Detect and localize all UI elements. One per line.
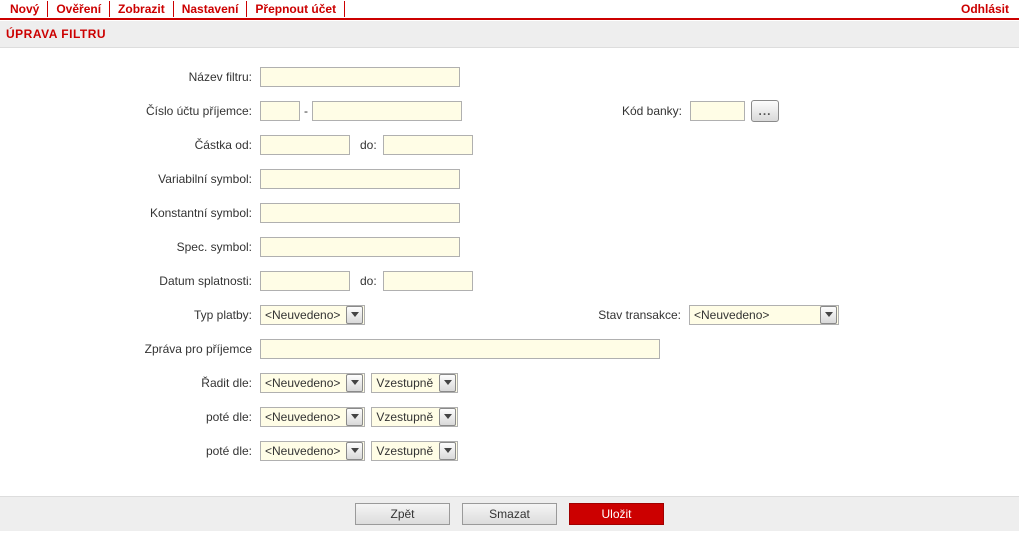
filter-form: Název filtru: Číslo účtu příjemce: - Kód… (0, 48, 1019, 466)
label-transaction-state: Stav transakce: (519, 308, 689, 322)
menu-item-new[interactable]: Nový (2, 1, 48, 17)
label-sort-by: Řadit dle: (0, 376, 260, 390)
transaction-state-value: <Neuvedeno> (694, 308, 775, 322)
spec-symbol-input[interactable] (260, 237, 460, 257)
sort-by-direction-value: Vzestupně (376, 376, 439, 390)
label-amount-to: do: (360, 138, 377, 152)
payment-type-value: <Neuvedeno> (265, 308, 346, 322)
then-by-1-direction-select[interactable]: Vzestupně (371, 407, 458, 427)
due-date-to-input[interactable] (383, 271, 473, 291)
then-by-2-direction-select[interactable]: Vzestupně (371, 441, 458, 461)
then-by-2-direction-value: Vzestupně (376, 444, 439, 458)
label-due-date: Datum splatnosti: (0, 274, 260, 288)
button-bar: Zpět Smazat Uložit (0, 496, 1019, 531)
var-symbol-input[interactable] (260, 169, 460, 189)
chevron-down-icon (346, 374, 363, 392)
bank-code-input[interactable] (690, 101, 745, 121)
label-var-symbol: Variabilní symbol: (0, 172, 260, 186)
chevron-down-icon (439, 442, 456, 460)
label-then-by-1: poté dle: (0, 410, 260, 424)
label-amount-from: Částka od: (0, 138, 260, 152)
chevron-down-icon (439, 374, 456, 392)
filter-name-input[interactable] (260, 67, 460, 87)
menu-item-settings[interactable]: Nastavení (174, 1, 248, 17)
chevron-down-icon (346, 442, 363, 460)
save-button[interactable]: Uložit (569, 503, 664, 525)
due-date-from-input[interactable] (260, 271, 350, 291)
label-payment-type: Typ platby: (0, 308, 260, 322)
transaction-state-select[interactable]: <Neuvedeno> (689, 305, 839, 325)
menu-bar: Nový Ověření Zobrazit Nastavení Přepnout… (0, 0, 1019, 20)
then-by-1-direction-value: Vzestupně (376, 410, 439, 424)
label-const-symbol: Konstantní symbol: (0, 206, 260, 220)
chevron-down-icon (346, 306, 363, 324)
account-number-input[interactable] (312, 101, 462, 121)
then-by-2-field-select[interactable]: <Neuvedeno> (260, 441, 365, 461)
label-spec-symbol: Spec. symbol: (0, 240, 260, 254)
account-separator: - (304, 104, 308, 118)
label-filter-name: Název filtru: (0, 70, 260, 84)
recipient-message-input[interactable] (260, 339, 660, 359)
label-then-by-2: poté dle: (0, 444, 260, 458)
then-by-2-field-value: <Neuvedeno> (265, 444, 346, 458)
bank-code-lookup-button[interactable]: ... (751, 100, 779, 122)
label-due-date-to: do: (360, 274, 377, 288)
sort-by-field-select[interactable]: <Neuvedeno> (260, 373, 365, 393)
amount-to-input[interactable] (383, 135, 473, 155)
chevron-down-icon (439, 408, 456, 426)
logout-link[interactable]: Odhlásit (953, 2, 1017, 16)
then-by-1-field-select[interactable]: <Neuvedeno> (260, 407, 365, 427)
sort-by-field-value: <Neuvedeno> (265, 376, 346, 390)
account-prefix-input[interactable] (260, 101, 300, 121)
sort-by-direction-select[interactable]: Vzestupně (371, 373, 458, 393)
menu-item-switch-account[interactable]: Přepnout účet (247, 1, 345, 17)
page-title: ÚPRAVA FILTRU (6, 27, 106, 41)
then-by-1-field-value: <Neuvedeno> (265, 410, 346, 424)
chevron-down-icon (820, 306, 837, 324)
menu-item-verify[interactable]: Ověření (48, 1, 110, 17)
const-symbol-input[interactable] (260, 203, 460, 223)
section-header: ÚPRAVA FILTRU (0, 20, 1019, 48)
label-bank-code: Kód banky: (520, 104, 690, 118)
chevron-down-icon (346, 408, 363, 426)
back-button[interactable]: Zpět (355, 503, 450, 525)
clear-button[interactable]: Smazat (462, 503, 557, 525)
menu-item-show[interactable]: Zobrazit (110, 1, 174, 17)
label-recipient-account: Číslo účtu příjemce: (0, 104, 260, 118)
payment-type-select[interactable]: <Neuvedeno> (260, 305, 365, 325)
label-recipient-message: Zpráva pro příjemce (0, 342, 260, 356)
amount-from-input[interactable] (260, 135, 350, 155)
